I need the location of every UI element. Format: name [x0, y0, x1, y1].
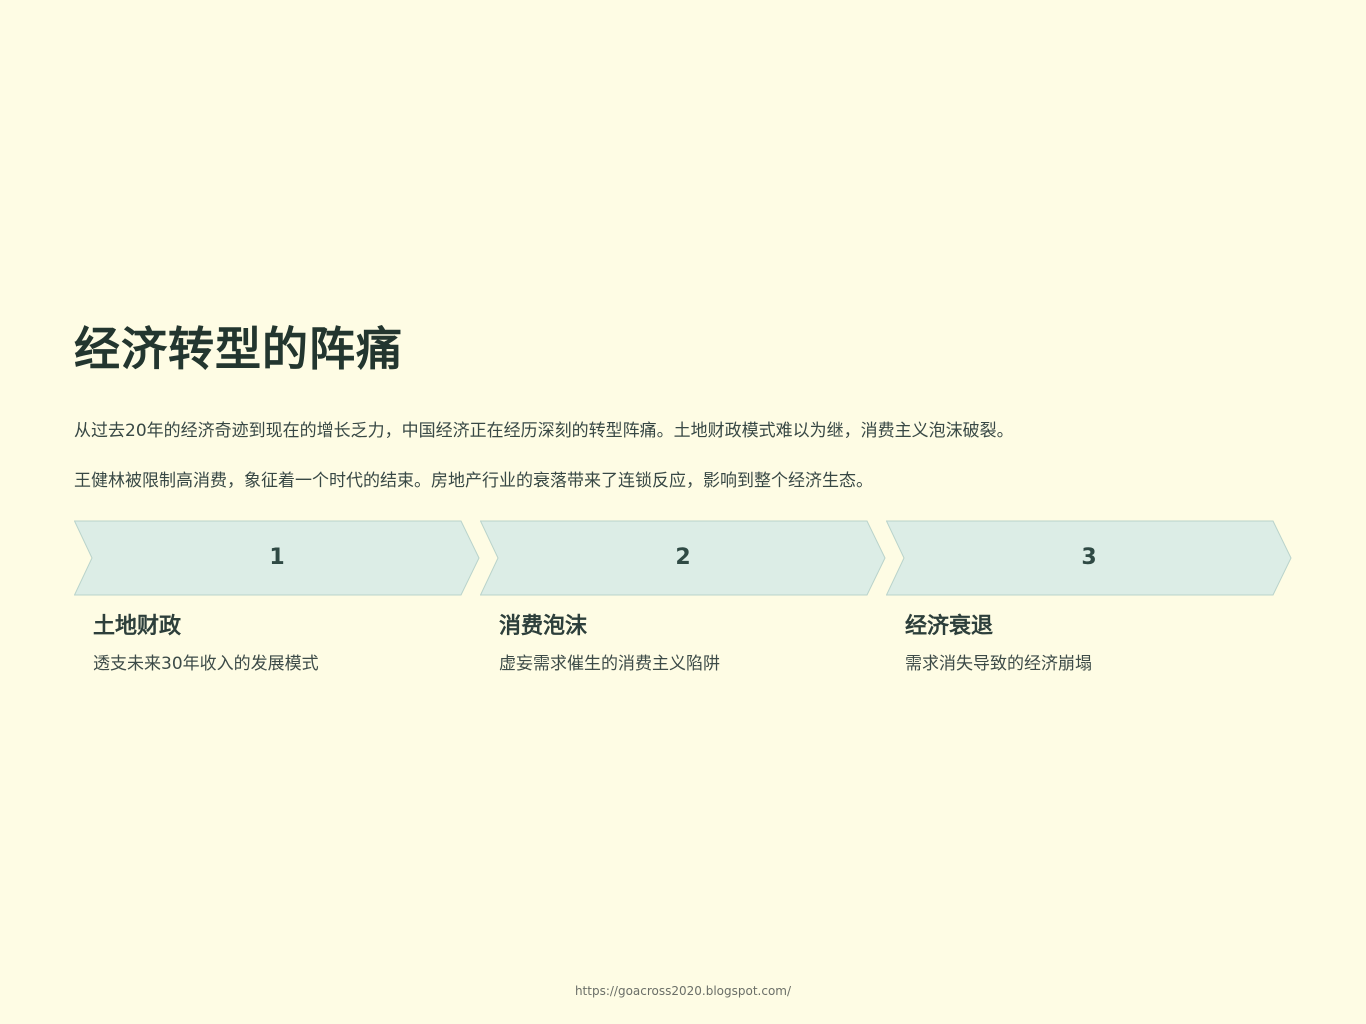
- slide-content: 经济转型的阵痛 从过去20年的经济奇迹到现在的增长乏力，中国经济正在经历深刻的转…: [74, 318, 1292, 676]
- step-2-number: 2: [675, 545, 691, 570]
- step-2-description: 虚妄需求催生的消费主义陷阱: [499, 654, 720, 674]
- step-3-description: 需求消失导致的经济崩塌: [905, 654, 1092, 674]
- intro-paragraph-1: 从过去20年的经济奇迹到现在的增长乏力，中国经济正在经历深刻的转型阵痛。土地财政…: [74, 421, 1014, 441]
- step-1-title: 土地财政: [93, 614, 182, 639]
- step-3-title: 经济衰退: [905, 614, 994, 639]
- step-1-chevron: 1: [74, 520, 480, 596]
- step-1: 1 土地财政 透支未来30年收入的发展模式: [74, 520, 480, 676]
- step-3-chevron: 3: [886, 520, 1292, 596]
- step-3-number: 3: [1081, 545, 1097, 570]
- step-2-chevron: 2: [480, 520, 886, 596]
- intro-paragraph-2: 王健林被限制高消费，象征着一个时代的结束。房地产行业的衰落带来了连锁反应，影响到…: [74, 471, 873, 491]
- step-1-description: 透支未来30年收入的发展模式: [93, 654, 319, 674]
- step-1-number: 1: [269, 545, 285, 570]
- step-3: 3 经济衰退 需求消失导致的经济崩塌: [886, 520, 1292, 676]
- footer-url: https://goacross2020.blogspot.com/: [574, 984, 792, 998]
- page-title: 经济转型的阵痛: [74, 322, 403, 376]
- process-steps: 1 土地财政 透支未来30年收入的发展模式 2 消费泡沫 虚妄需求催生的消费主义…: [74, 520, 1292, 676]
- step-2: 2 消费泡沫 虚妄需求催生的消费主义陷阱: [480, 520, 886, 676]
- step-2-title: 消费泡沫: [499, 614, 588, 639]
